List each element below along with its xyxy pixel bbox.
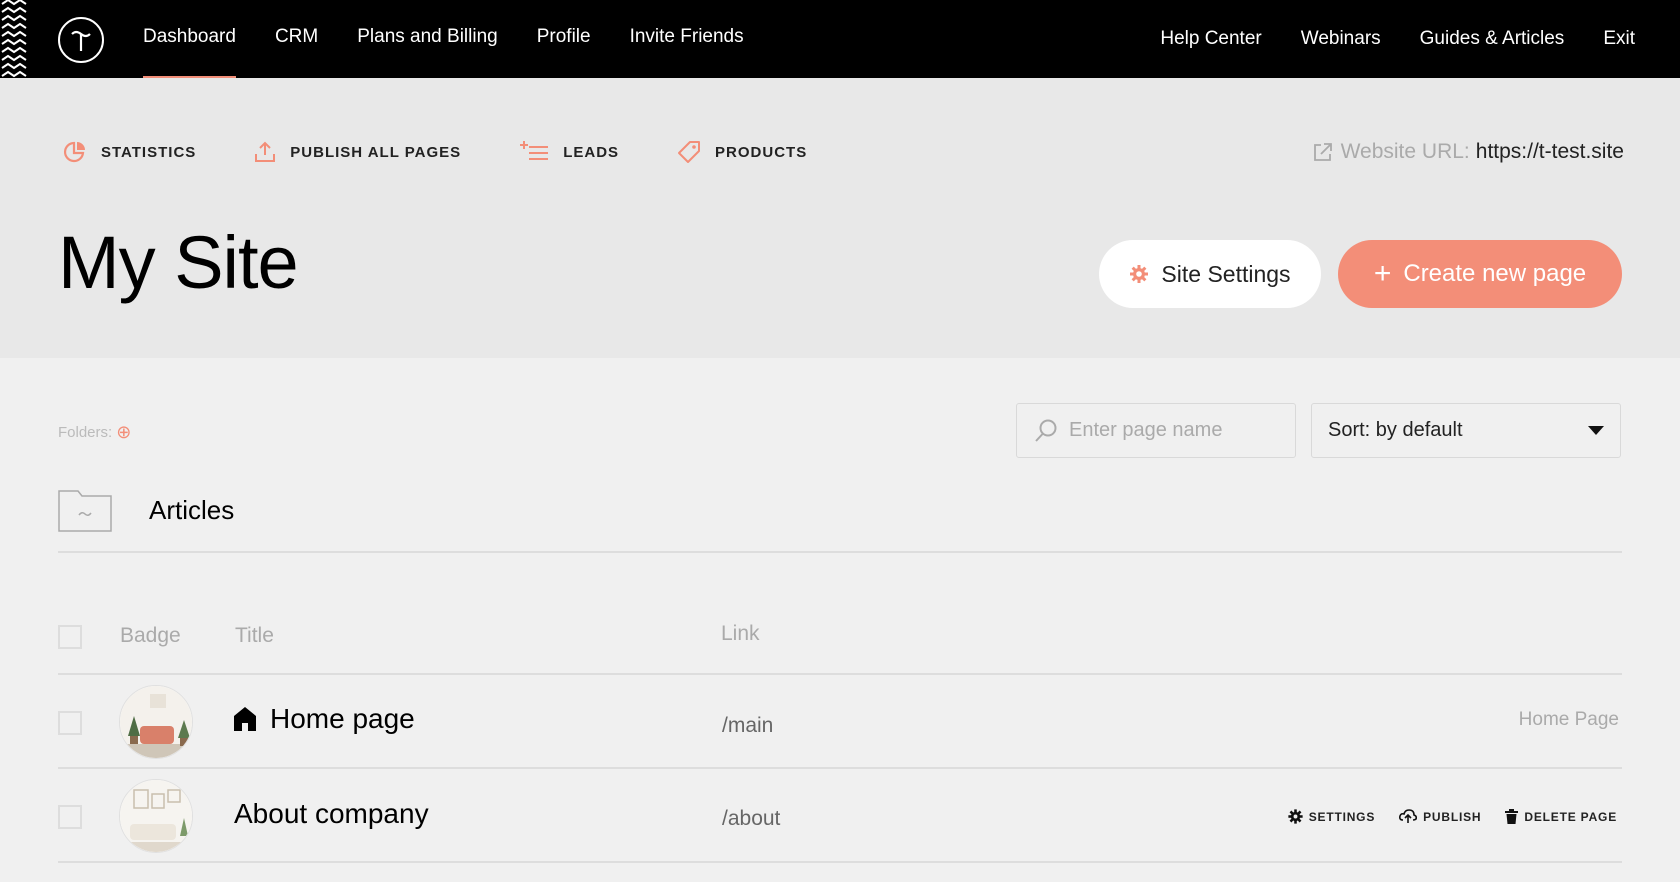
page-settings-button[interactable]: SETTINGS [1288,809,1375,824]
search-icon [1035,419,1057,442]
trash-icon [1505,809,1519,824]
nav-right-group: Help Center Webinars Guides & Articles E… [1160,0,1635,78]
gear-icon [1288,809,1303,824]
home-icon [234,707,256,731]
top-navigation: Dashboard CRM Plans and Billing Profile … [0,0,1680,80]
table-row[interactable]: Home page /main Home Page [58,675,1622,769]
page-title-text: About company [234,798,429,829]
zigzag-decoration [1,0,27,78]
website-url[interactable]: Website URL: https://t-test.site [1313,140,1624,164]
column-title: Title [235,624,274,647]
page-link: /main [722,714,774,737]
create-new-page-label: Create new page [1403,260,1587,287]
plus-icon: + [1373,257,1392,290]
site-settings-button[interactable]: Site Settings [1099,240,1321,308]
page-title-text: Home page [270,703,415,734]
page-link: /about [722,807,781,830]
nav-invite-friends[interactable]: Invite Friends [630,0,744,76]
add-folder-icon[interactable]: ⊕ [116,422,131,443]
cloud-upload-icon [1399,809,1418,823]
upload-icon [255,141,276,162]
publish-all-button[interactable]: PUBLISH ALL PAGES [254,141,461,163]
sort-select[interactable]: Sort: by default [1311,403,1621,458]
page-title-link[interactable]: Home page [234,703,415,735]
table-row[interactable]: About company /about SETTINGS PUBLISH DE… [58,769,1622,863]
page-title-link[interactable]: About company [234,798,429,830]
folder-icon [58,489,112,532]
sort-value: Sort: by default [1328,419,1463,441]
column-badge: Badge [120,624,181,647]
home-page-tag: Home Page [1518,709,1619,730]
page-publish-button[interactable]: PUBLISH [1399,809,1481,824]
pages-table-header: Badge Title Link [58,600,1622,675]
website-url-value[interactable]: https://t-test.site [1476,140,1624,164]
delete-page-button[interactable]: DELETE PAGE [1505,809,1617,824]
nav-dashboard[interactable]: Dashboard [143,0,236,80]
settings-label: SETTINGS [1308,809,1376,824]
publish-label: PUBLISH [1423,809,1482,824]
folders-label: Folders: [58,424,113,441]
nav-left-group: Dashboard CRM Plans and Billing Profile … [143,0,744,80]
nav-plans-billing[interactable]: Plans and Billing [357,0,497,76]
publish-all-label: PUBLISH ALL PAGES [290,143,462,161]
page-search[interactable] [1016,403,1296,458]
page-badge-thumbnail [119,685,193,759]
create-new-page-button[interactable]: + Create new page [1338,240,1622,308]
gear-icon [1130,265,1149,283]
nav-webinars[interactable]: Webinars [1301,0,1381,78]
website-url-label: Website URL: [1340,140,1470,163]
nav-help-center[interactable]: Help Center [1160,0,1261,78]
products-button[interactable]: PRODUCTS [677,140,807,164]
leads-label: LEADS [563,143,620,161]
statistics-label: STATISTICS [101,143,197,161]
site-toolbar: STATISTICS PUBLISH ALL PAGES LEADS PRODU… [63,140,865,164]
column-link: Link [721,622,760,645]
tilda-logo-icon[interactable] [58,17,104,63]
select-all-checkbox[interactable] [58,625,82,649]
page-badge-thumbnail [119,779,193,853]
row-actions: SETTINGS PUBLISH DELETE PAGE [1288,809,1617,824]
leads-button[interactable]: LEADS [519,141,619,163]
external-link-icon [1313,143,1332,161]
nav-guides-articles[interactable]: Guides & Articles [1420,0,1565,78]
nav-crm[interactable]: CRM [275,0,318,76]
products-label: PRODUCTS [715,143,808,161]
nav-exit[interactable]: Exit [1603,0,1635,78]
row-checkbox[interactable] [58,805,82,829]
delete-page-label: DELETE PAGE [1524,809,1617,824]
page-title: My Site [58,221,299,304]
folders-control: Folders: ⊕ [58,422,131,443]
row-checkbox[interactable] [58,711,82,735]
nav-profile[interactable]: Profile [537,0,591,76]
folder-name: Articles [149,495,235,525]
pie-chart-icon [63,141,85,163]
search-input[interactable] [1069,419,1289,442]
add-list-icon [520,141,549,160]
statistics-button[interactable]: STATISTICS [63,140,196,164]
site-settings-label: Site Settings [1161,260,1291,287]
folder-item[interactable]: Articles [58,484,1622,553]
chevron-down-icon [1588,426,1604,435]
tag-icon [678,141,701,163]
site-header: STATISTICS PUBLISH ALL PAGES LEADS PRODU… [0,78,1680,358]
